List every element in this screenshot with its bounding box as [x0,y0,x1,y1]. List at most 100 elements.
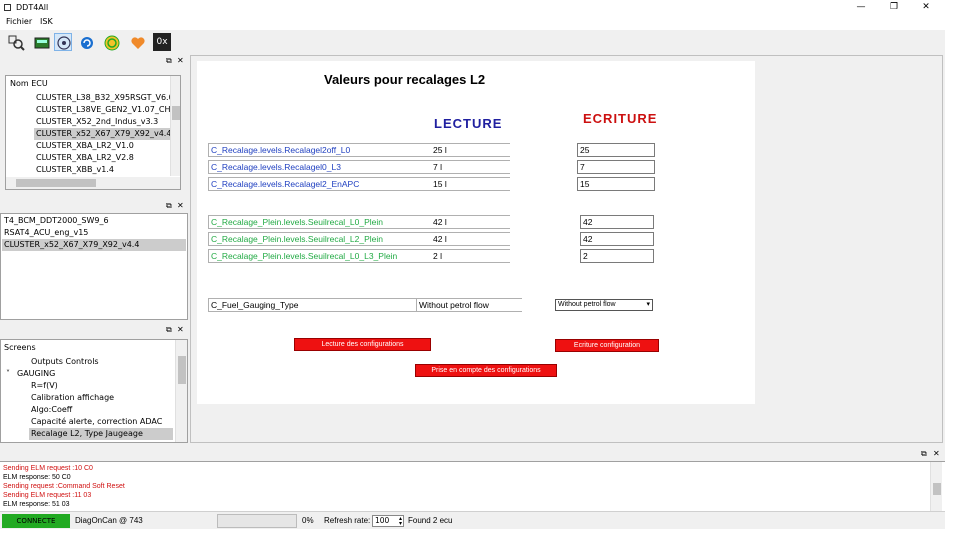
list-item-selected[interactable]: CLUSTER_x52_X67_X79_X92_v4.4 [34,128,171,140]
heart-icon[interactable] [128,33,146,51]
ecu-list-hscrollbar[interactable] [6,177,180,189]
progress-bar [217,514,297,528]
progress-percent: 0% [302,516,314,525]
log-line: ELM response: 50 C0 [3,474,71,481]
network-icon[interactable] [54,33,72,51]
close-icon[interactable]: ✕ [177,200,184,212]
read-config-button[interactable]: Lecture des configurations [294,338,431,351]
restore-button[interactable]: ❐ [888,2,900,13]
param-write-input[interactable]: 42 [580,232,654,246]
list-item[interactable]: CLUSTER_L38_B32_X95RSGT_V6.0 [36,92,174,104]
refresh-rate-value: 100 [375,516,390,525]
menu-bar [0,16,960,30]
list-item[interactable]: RSAT4_ACU_eng_v15 [4,227,88,239]
list-item[interactable]: CLUSTER_X52_2nd_Indus_v3.3 [36,116,158,128]
log-line: Sending ELM request :10 C0 [3,465,93,472]
float-icon[interactable]: ⧉ [921,448,927,460]
title-bar: DDT4All — ❐ ✕ [0,0,960,16]
tree-item[interactable]: GAUGING [17,368,55,380]
param-write-input[interactable]: 7 [577,160,655,174]
hscrollbar-thumb[interactable] [16,179,96,187]
param-write-input[interactable]: 42 [580,215,654,229]
refresh-rate-label: Refresh rate: [324,516,371,525]
param-read-value: 42 l [431,215,510,229]
log-panel[interactable]: Sending ELM request :10 C0 ELM response:… [0,461,945,511]
float-icon[interactable]: ⧉ [166,55,172,67]
ecu-list-scrollbar[interactable] [170,76,180,176]
screens-scrollbar[interactable] [175,340,187,442]
param-read-value: 42 l [431,232,510,246]
param-read-value: 25 l [431,143,510,157]
param-label: C_Recalage.levels.Recalagel2off_L0 [208,143,431,157]
list-item-selected[interactable]: CLUSTER_x52_X67_X79_X92_v4.4 [2,239,186,251]
param-write-input[interactable]: 25 [577,143,655,157]
refresh-rate-stepper[interactable]: 100 ▴ ▾ [372,515,404,527]
stepper-arrows-icon[interactable]: ▴ ▾ [399,516,402,527]
menu-fichier[interactable]: Fichier [6,17,32,26]
param-label: C_Recalage_Plein.levels.Seuilrecal_L2_Pl… [208,232,431,246]
toolbar: 0x [0,30,945,54]
scrollbar-thumb[interactable] [933,483,941,495]
param-label: C_Recalage.levels.Recalagel2_EnAPC [208,177,431,191]
fuel-type-select[interactable]: Without petrol flow ▾ [555,299,653,311]
param-write-input[interactable]: 2 [580,249,654,263]
list-item[interactable]: CLUSTER_XBA_LR2_V2.8 [36,152,134,164]
window-title: DDT4All [16,3,49,12]
found-ecu-count: Found 2 ecu [408,516,453,525]
chevron-down-icon[interactable]: ▾ [646,300,650,310]
fuel-type-label: C_Fuel_Gauging_Type [208,298,416,312]
refresh-icon[interactable] [77,33,95,51]
close-icon[interactable]: ✕ [933,448,940,460]
fuel-type-selected: Without petrol flow [558,301,616,308]
scrollbar-thumb[interactable] [172,106,180,120]
power-icon[interactable] [102,33,120,51]
app-icon [4,4,11,11]
param-write-input[interactable]: 15 [577,177,655,191]
close-icon[interactable]: ✕ [177,55,184,67]
log-scrollbar[interactable] [930,462,942,511]
ecu-screen: Valeurs pour recalages L2 LECTURE ECRITU… [197,61,755,404]
ecriture-header: ECRITURE [583,111,658,126]
apply-config-button[interactable]: Prise en compte des configurations [415,364,557,377]
status-bar: CONNECTE DiagOnCan @ 743 0% Refresh rate… [0,511,945,529]
tree-root: Screens [4,343,36,352]
tree-item[interactable]: Algo:Coeff [31,404,72,416]
close-button[interactable]: ✕ [920,2,932,13]
param-label: C_Recalage.levels.Recalagel0_L3 [208,160,431,174]
float-icon[interactable]: ⧉ [166,200,172,212]
scrollbar-thumb[interactable] [178,356,186,384]
screens-tree[interactable]: Screens Outputs Controls ˅ GAUGING R=f(V… [0,339,188,443]
param-read-value: 7 l [431,160,510,174]
screens-panel-header: ⧉ ✕ [0,324,188,336]
tree-item[interactable]: Capacité alerte, correction ADAC [31,416,162,428]
param-label: C_Recalage_Plein.levels.Seuilrecal_L0_L3… [208,249,431,263]
found-panel-header: ⧉ ✕ [0,200,188,212]
list-item[interactable]: CLUSTER_XBB_v1.4 [36,164,114,176]
float-icon[interactable]: ⧉ [166,324,172,336]
param-read-value: 15 l [431,177,510,191]
ecu-panel-header: ⧉ ✕ [0,55,188,67]
ecu-list-header: Nom ECU [10,79,48,88]
scan-ecu-icon[interactable] [6,33,25,51]
chevron-down-icon[interactable]: ˅ [6,368,10,380]
list-item[interactable]: T4_BCM_DDT2000_SW9_6 [4,215,109,227]
minimize-button[interactable]: — [855,2,867,13]
list-item[interactable]: CLUSTER_L38VE_GEN2_V1.07_CHN [36,104,176,116]
found-ecu-list[interactable]: T4_BCM_DDT2000_SW9_6 RSAT4_ACU_eng_v15 C… [0,213,188,320]
list-item[interactable]: CLUSTER_XBA_LR2_V1.0 [36,140,134,152]
close-icon[interactable]: ✕ [177,324,184,336]
menu-isk[interactable]: ISK [40,17,53,26]
ecu-list[interactable]: Nom ECU CLUSTER_L38_B32_X95RSGT_V6.0 CLU… [5,75,181,190]
log-line: Sending request :Command Soft Reset [3,483,125,490]
tree-item[interactable]: Calibration affichage [31,392,114,404]
log-line: ELM response: 51 03 [3,501,70,508]
screen-title: Valeurs pour recalages L2 [324,72,486,87]
hex-icon[interactable]: 0x [153,33,171,51]
tree-item[interactable]: R=f(V) [31,380,58,392]
log-panel-header: ⧉ ✕ [0,448,945,460]
param-read-value: 2 l [431,249,510,263]
write-config-button[interactable]: Ecriture configuration [555,339,659,352]
tree-item-selected[interactable]: Recalage L2, Type Jaugeage [29,428,173,440]
ecu-icon[interactable] [32,33,50,51]
tree-item[interactable]: Outputs Controls [31,356,99,368]
